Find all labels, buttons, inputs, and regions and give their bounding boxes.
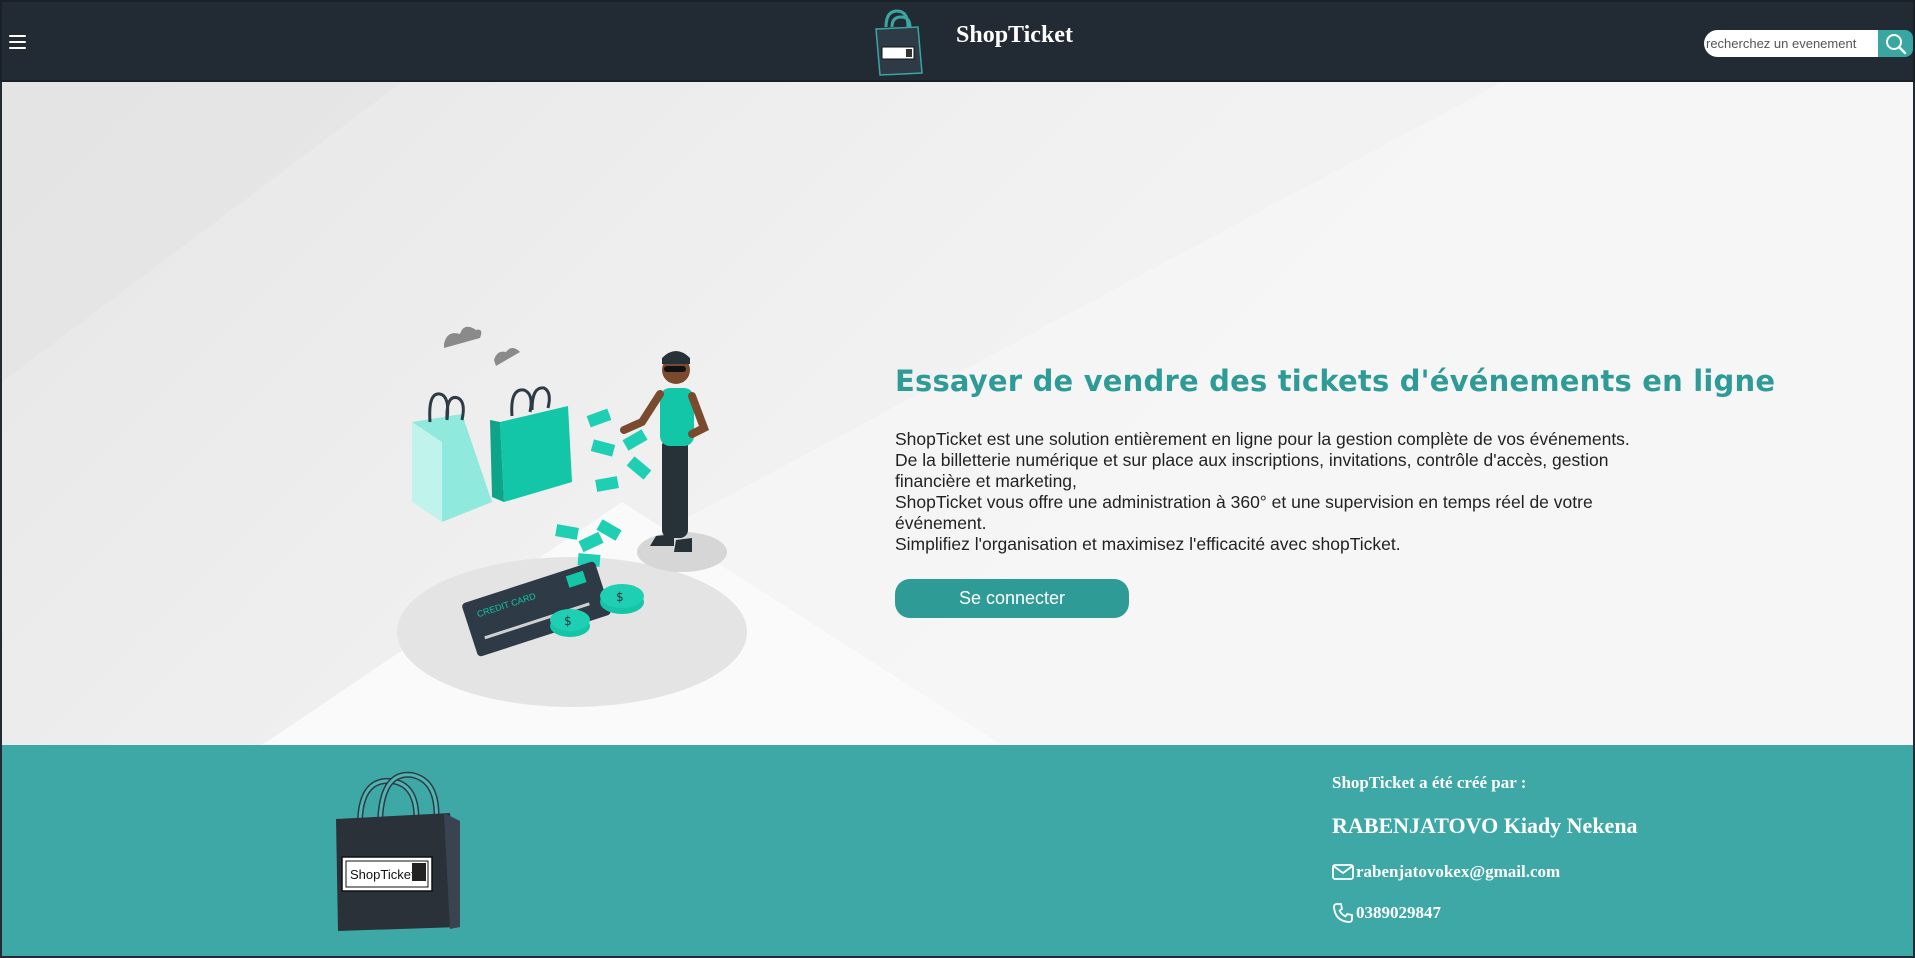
contact-email[interactable]: rabenjatovokex@gmail.com [1332,861,1560,883]
phone-text[interactable]: 0389029847 [1356,903,1441,923]
mail-icon [1332,861,1356,883]
phone-icon [1332,902,1356,924]
hero-paragraph: ShopTicket vous offre une administration… [895,492,1593,533]
hero-section: CREDIT CARD $ $ Essayer de vendre des ti… [0,82,1915,745]
creator-name: RABENJATOVO Kiady Nekena [1332,813,1638,838]
brand-name[interactable]: ShopTicket [956,22,1073,49]
search-input[interactable] [1704,30,1878,57]
hero-title: Essayer de vendre des tickets d'événemen… [895,364,1776,398]
hamburger-menu-icon[interactable] [9,35,29,51]
login-button[interactable]: Se connecter [895,579,1129,618]
footer-logo-text: ShopTicket [350,867,415,882]
shopping-illustration: CREDIT CARD $ $ [397,326,747,707]
shopticket-logo[interactable] [870,9,926,77]
hero-paragraph: De la billetterie numérique et sur place… [895,450,1609,491]
footer-shopticket-logo: ShopTicket [336,771,460,931]
creator-heading: ShopTicket a été créé par : [1332,773,1527,792]
illustration-coin-symbol: $ [564,614,572,628]
contact-phone[interactable]: 0389029847 [1332,902,1441,924]
hero-paragraph: ShopTicket est une solution entièrement … [895,429,1630,449]
hero-paragraph: Simplifiez l'organisation et maximisez l… [895,534,1401,554]
search-icon [1885,33,1906,54]
top-navbar: ShopTicket [0,0,1915,82]
search-bar [1704,30,1913,58]
hero-background-shapes [2,82,1913,745]
search-button[interactable] [1878,30,1913,57]
hero-description: ShopTicket est une solution entièrement … [895,429,1655,555]
footer: ShopTicket ShopTicket a été créé par : R… [0,745,1915,958]
illustration-coin-symbol: $ [616,590,624,604]
email-text[interactable]: rabenjatovokex@gmail.com [1356,862,1560,882]
